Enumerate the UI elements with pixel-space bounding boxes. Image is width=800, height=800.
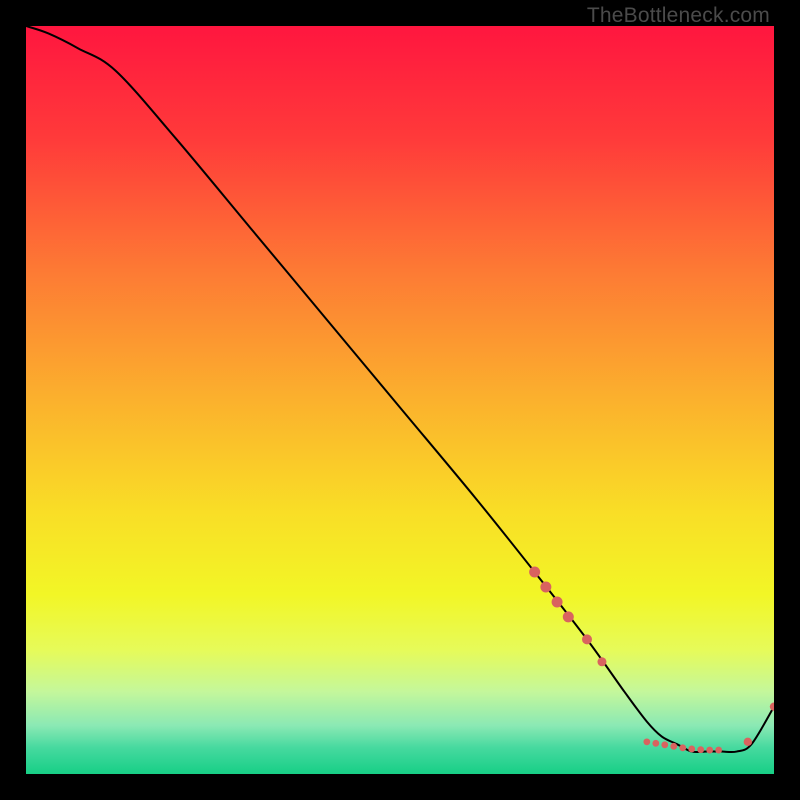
curve-marker xyxy=(643,738,650,745)
curve-marker xyxy=(688,746,695,753)
curve-marker xyxy=(582,634,592,644)
curve-marker xyxy=(706,747,713,754)
curve-marker xyxy=(563,611,574,622)
curve-marker xyxy=(679,744,686,751)
curve-marker xyxy=(652,740,659,747)
curve-marker xyxy=(715,747,722,754)
curve-marker xyxy=(597,657,606,666)
bottleneck-chart xyxy=(26,26,774,774)
curve-marker xyxy=(744,738,752,746)
watermark-text: TheBottleneck.com xyxy=(587,4,770,28)
curve-marker xyxy=(552,596,563,607)
curve-marker xyxy=(540,582,551,593)
curve-marker xyxy=(697,746,704,753)
chart-frame xyxy=(26,26,774,774)
curve-marker xyxy=(529,567,540,578)
curve-marker xyxy=(661,741,668,748)
curve-marker xyxy=(670,743,677,750)
gradient-background xyxy=(26,26,774,774)
